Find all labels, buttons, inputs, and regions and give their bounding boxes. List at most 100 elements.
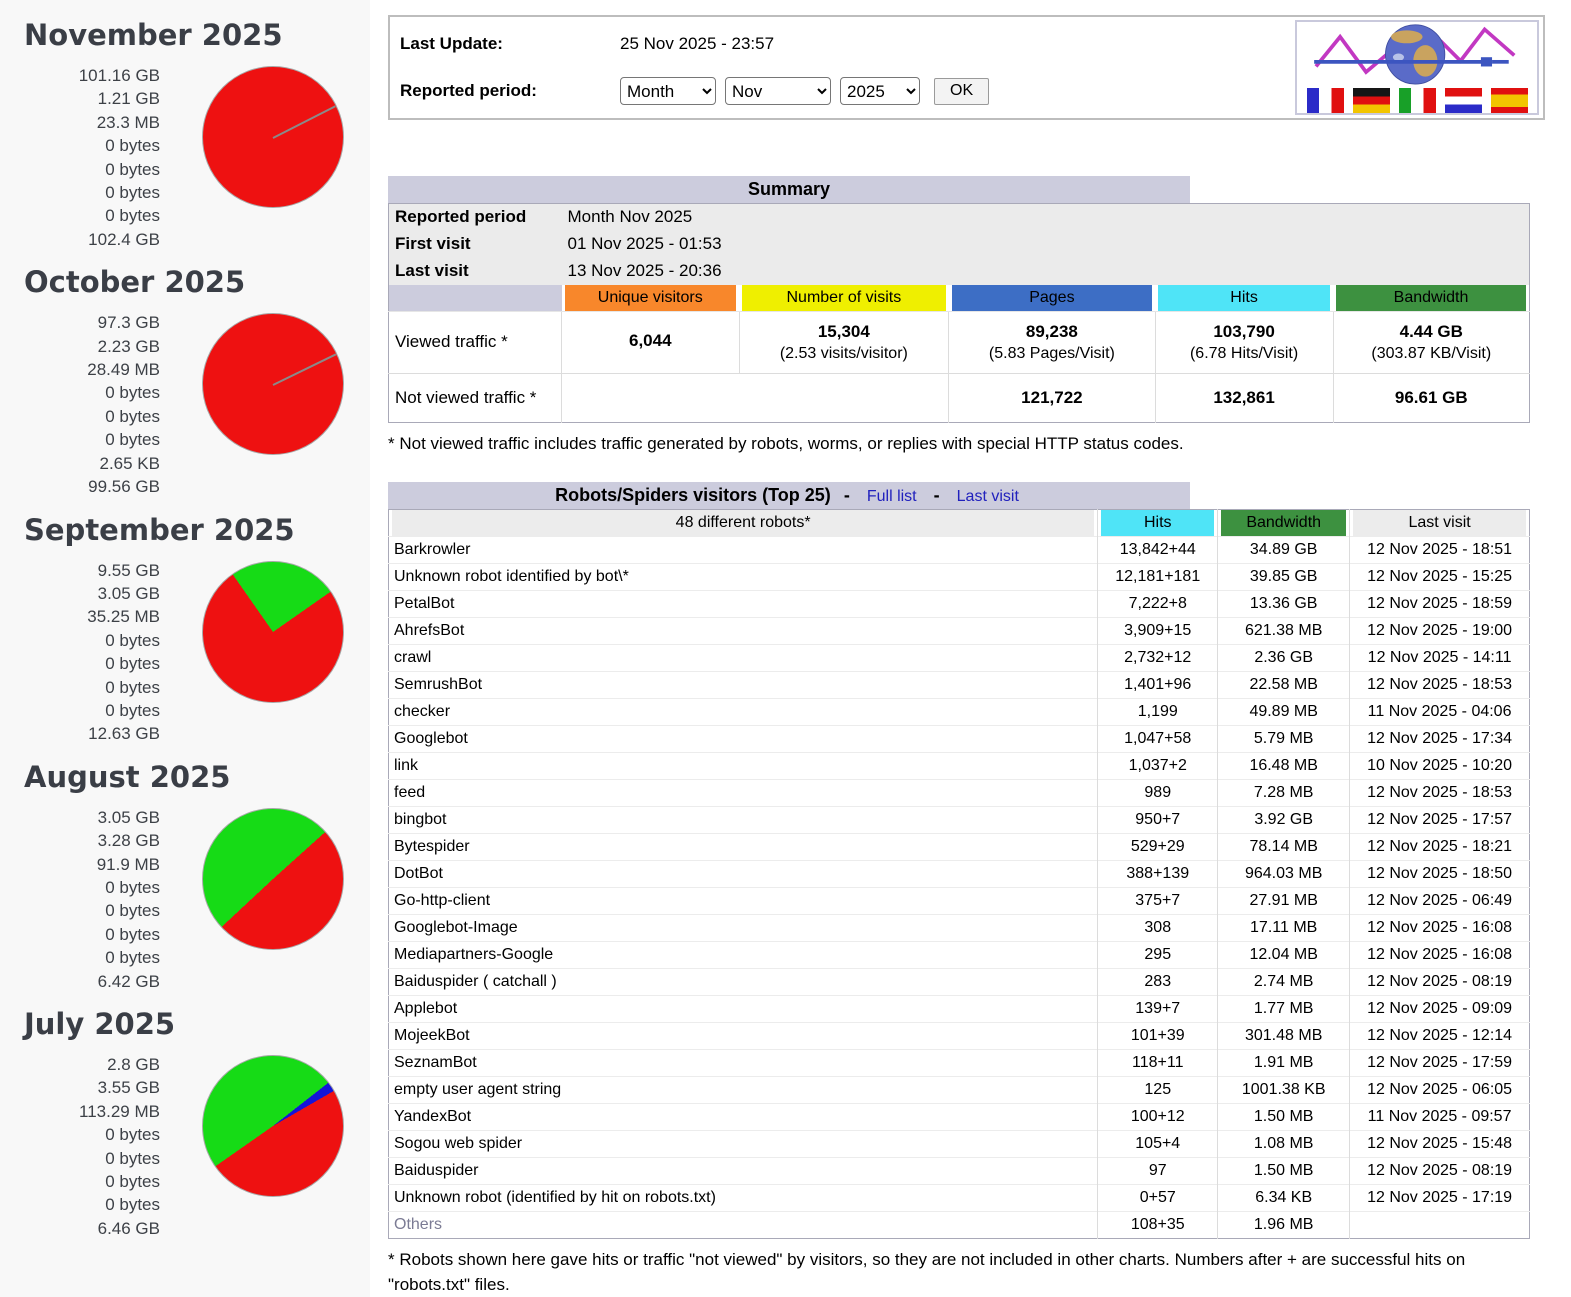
- robot-hits: 12,181+181: [1098, 563, 1218, 590]
- france-flag: [1307, 88, 1344, 113]
- info-label: First visit: [389, 231, 562, 258]
- robot-last-visit: 12 Nov 2025 - 15:48: [1350, 1130, 1530, 1157]
- robot-bandwidth: 13.36 GB: [1218, 590, 1350, 617]
- month-values: 3.05 GB3.28 GB91.9 MB0 bytes0 bytes0 byt…: [0, 806, 160, 993]
- month-title: July 2025: [24, 1007, 370, 1041]
- robot-name: Googlebot: [389, 725, 1098, 752]
- month-value: 2.23 GB: [0, 335, 160, 358]
- month-title: November 2025: [24, 18, 370, 52]
- netherlands-flag: [1445, 88, 1482, 113]
- month-value: 0 bytes: [0, 652, 160, 675]
- month-value: 35.25 MB: [0, 605, 160, 628]
- full-list-link[interactable]: Full list: [867, 488, 917, 505]
- robot-name: feed: [389, 779, 1098, 806]
- robot-bandwidth: 1.50 MB: [1218, 1157, 1350, 1184]
- pie-chart-wrap: [202, 66, 344, 208]
- robot-bandwidth: 34.89 GB: [1218, 536, 1350, 563]
- month-body: 3.05 GB3.28 GB91.9 MB0 bytes0 bytes0 byt…: [0, 806, 370, 993]
- period-month-select[interactable]: Nov: [725, 77, 831, 105]
- month-value: 23.3 MB: [0, 111, 160, 134]
- month-block: November 2025 101.16 GB1.21 GB23.3 MB0 b…: [0, 4, 370, 251]
- month-value: 0 bytes: [0, 699, 160, 722]
- month-value: 0 bytes: [0, 876, 160, 899]
- robot-last-visit: 12 Nov 2025 - 18:21: [1350, 833, 1530, 860]
- traffic-pie-chart: [202, 561, 344, 703]
- robot-bandwidth: 1.77 MB: [1218, 995, 1350, 1022]
- robot-row: Sogou web spider 105+4 1.08 MB 12 Nov 20…: [389, 1130, 1530, 1157]
- robot-bandwidth: 621.38 MB: [1218, 617, 1350, 644]
- month-value: 2.65 KB: [0, 452, 160, 475]
- viewed-traffic-row: Viewed traffic * 6,044 15,304(2.53 visit…: [389, 311, 1530, 373]
- robot-name: Bytespider: [389, 833, 1098, 860]
- period-year-select[interactable]: 2025: [840, 77, 920, 105]
- period-type-select[interactable]: Month: [620, 77, 716, 105]
- bandwidth-header: Bandwidth: [1333, 285, 1529, 312]
- robot-last-visit: 12 Nov 2025 - 17:34: [1350, 725, 1530, 752]
- last-update-value: 25 Nov 2025 - 23:57: [620, 34, 774, 54]
- month-block: September 2025 9.55 GB3.05 GB35.25 MB0 b…: [0, 499, 370, 746]
- month-value: 0 bytes: [0, 923, 160, 946]
- robot-last-visit: 12 Nov 2025 - 06:49: [1350, 887, 1530, 914]
- robots-last-visit-header: Last visit: [1350, 509, 1530, 536]
- month-value: 113.29 MB: [0, 1100, 160, 1123]
- robot-hits: 989: [1098, 779, 1218, 806]
- robot-name: MojeekBot: [389, 1022, 1098, 1049]
- unique-visitors-header: Unique visitors: [562, 285, 740, 312]
- month-value: 0 bytes: [0, 204, 160, 227]
- robot-name: Applebot: [389, 995, 1098, 1022]
- month-block: August 2025 3.05 GB3.28 GB91.9 MB0 bytes…: [0, 746, 370, 993]
- month-value: 12.63 GB: [0, 722, 160, 745]
- month-value: 6.42 GB: [0, 970, 160, 993]
- robot-row: Go-http-client 375+7 27.91 MB 12 Nov 202…: [389, 887, 1530, 914]
- month-values: 97.3 GB2.23 GB28.49 MB0 bytes0 bytes0 by…: [0, 311, 160, 498]
- month-value: 3.55 GB: [0, 1076, 160, 1099]
- robot-hits: 3,909+15: [1098, 617, 1218, 644]
- month-title: August 2025: [24, 760, 370, 794]
- robot-row: SeznamBot 118+11 1.91 MB 12 Nov 2025 - 1…: [389, 1049, 1530, 1076]
- month-value: 0 bytes: [0, 1170, 160, 1193]
- robot-last-visit: 12 Nov 2025 - 09:09: [1350, 995, 1530, 1022]
- robot-name: crawl: [389, 644, 1098, 671]
- robot-row: crawl 2,732+12 2.36 GB 12 Nov 2025 - 14:…: [389, 644, 1530, 671]
- pie-chart-wrap: [202, 808, 344, 950]
- robot-last-visit: 12 Nov 2025 - 17:59: [1350, 1049, 1530, 1076]
- robot-row: Bytespider 529+29 78.14 MB 12 Nov 2025 -…: [389, 833, 1530, 860]
- robot-row: AhrefsBot 3,909+15 621.38 MB 12 Nov 2025…: [389, 617, 1530, 644]
- robot-bandwidth: 12.04 MB: [1218, 941, 1350, 968]
- robot-last-visit: 10 Nov 2025 - 10:20: [1350, 752, 1530, 779]
- last-visit-link[interactable]: Last visit: [957, 488, 1019, 505]
- robot-bandwidth: 7.28 MB: [1218, 779, 1350, 806]
- summary-table: Reported period Month Nov 2025 First vis…: [388, 203, 1530, 423]
- robot-row: MojeekBot 101+39 301.48 MB 12 Nov 2025 -…: [389, 1022, 1530, 1049]
- reported-period-label: Reported period:: [400, 81, 620, 101]
- month-value: 2.8 GB: [0, 1053, 160, 1076]
- report-header-box: Last Update: 25 Nov 2025 - 23:57 Reporte…: [388, 15, 1545, 120]
- row-label: Not viewed traffic *: [389, 373, 562, 422]
- summary-title: Summary: [748, 179, 830, 199]
- robot-name: Baiduspider ( catchall ): [389, 968, 1098, 995]
- spain-flag: [1491, 88, 1528, 113]
- month-block: October 2025 97.3 GB2.23 GB28.49 MB0 byt…: [0, 251, 370, 498]
- ok-button[interactable]: OK: [934, 78, 989, 105]
- robot-name: Mediapartners-Google: [389, 941, 1098, 968]
- month-value: 101.16 GB: [0, 64, 160, 87]
- robot-row: Googlebot 1,047+58 5.79 MB 12 Nov 2025 -…: [389, 725, 1530, 752]
- robot-last-visit: 12 Nov 2025 - 18:53: [1350, 779, 1530, 806]
- traffic-pie-chart: [202, 808, 344, 950]
- robot-hits: 108+35: [1098, 1211, 1218, 1238]
- month-value: 9.55 GB: [0, 559, 160, 582]
- summary-footnote: * Not viewed traffic includes traffic ge…: [388, 431, 1538, 456]
- italy-flag: [1399, 88, 1436, 113]
- robot-hits: 125: [1098, 1076, 1218, 1103]
- robot-bandwidth: 6.34 KB: [1218, 1184, 1350, 1211]
- month-values: 101.16 GB1.21 GB23.3 MB0 bytes0 bytes0 b…: [0, 64, 160, 251]
- robot-name: link: [389, 752, 1098, 779]
- robot-last-visit: 12 Nov 2025 - 16:08: [1350, 941, 1530, 968]
- robots-bandwidth-header: Bandwidth: [1218, 509, 1350, 536]
- robot-name: YandexBot: [389, 1103, 1098, 1130]
- month-value: 0 bytes: [0, 158, 160, 181]
- month-value: 0 bytes: [0, 428, 160, 451]
- month-value: 0 bytes: [0, 1123, 160, 1146]
- hits-header: Hits: [1155, 285, 1333, 312]
- robot-row: YandexBot 100+12 1.50 MB 11 Nov 2025 - 0…: [389, 1103, 1530, 1130]
